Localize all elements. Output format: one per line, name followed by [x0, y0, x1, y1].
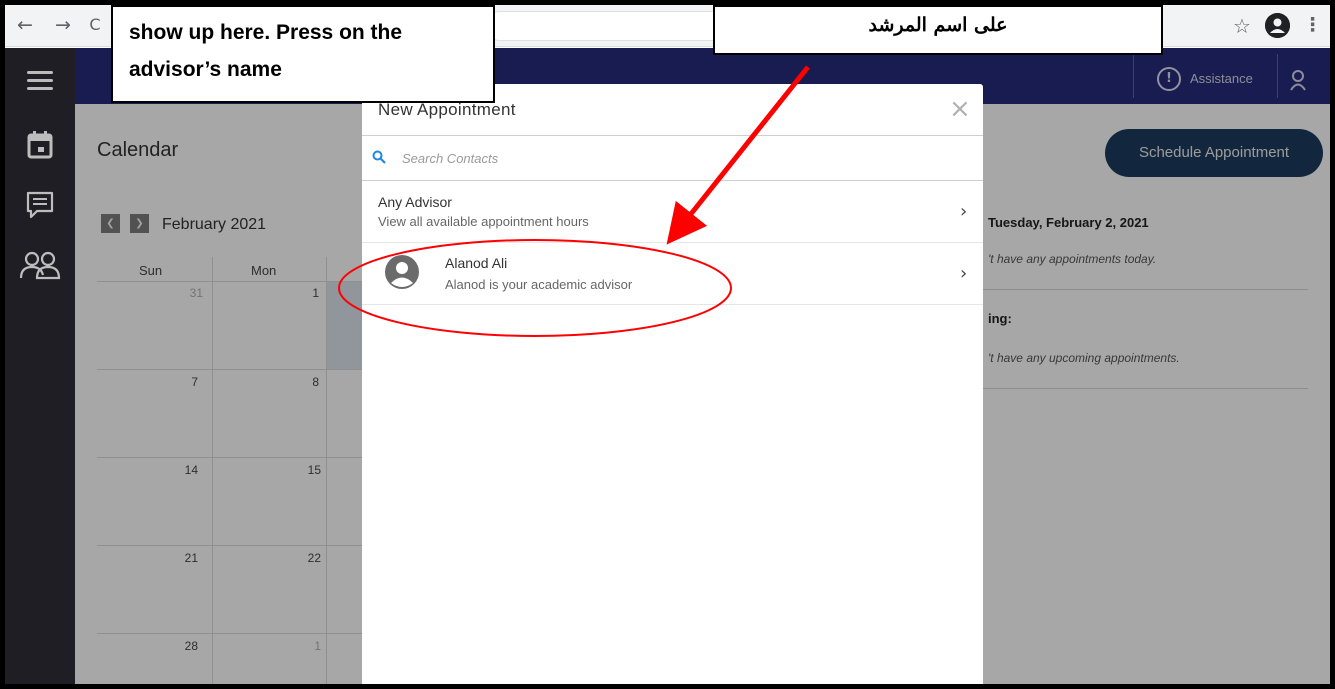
- list-item-any-advisor[interactable]: Any Advisor View all available appointme…: [362, 181, 983, 243]
- modal-title: New Appointment: [378, 100, 516, 119]
- chevron-right-icon: ›: [960, 201, 968, 222]
- list-item-title: Any Advisor: [378, 194, 452, 210]
- forward-icon[interactable]: →: [53, 14, 73, 36]
- messages-icon[interactable]: [23, 188, 57, 222]
- search-contacts-input[interactable]: [402, 145, 962, 171]
- annotation-text: advisor’s name: [129, 58, 282, 81]
- annotation-callout: show up here. Press on the advisor’s nam…: [111, 5, 495, 103]
- list-item-advisor[interactable]: Alanod Ali Alanod is your academic advis…: [362, 243, 983, 305]
- left-sidebar: [5, 48, 75, 684]
- bookmark-star-icon[interactable]: ☆: [1233, 14, 1251, 38]
- browser-menu-icon[interactable]: ⋮: [1303, 14, 1322, 36]
- reload-icon[interactable]: C: [85, 14, 105, 36]
- calendar-icon[interactable]: [23, 128, 57, 162]
- people-icon[interactable]: [17, 248, 63, 282]
- search-icon: [372, 150, 386, 164]
- close-icon[interactable]: ×: [949, 94, 971, 124]
- annotation-callout: على اسم المرشد: [713, 5, 1163, 55]
- hamburger-menu-icon[interactable]: [23, 64, 57, 98]
- search-bar: [362, 135, 983, 181]
- annotation-text: على اسم المرشد: [868, 14, 1008, 36]
- screenshot-frame: ← → C ☆ ⋮ ! Assistance Calendar ❮ ❯ Febr…: [0, 0, 1335, 689]
- advisor-role: Alanod is your academic advisor: [445, 277, 633, 292]
- profile-icon[interactable]: [1265, 13, 1290, 38]
- list-item-subtitle: View all available appointment hours: [378, 214, 589, 229]
- annotation-text: show up here. Press on the: [129, 21, 403, 44]
- new-appointment-modal: New Appointment × Any Advisor View all a…: [362, 84, 983, 684]
- profile-avatar-icon: [1265, 13, 1290, 38]
- back-icon[interactable]: ←: [15, 14, 35, 36]
- chevron-right-icon: ›: [960, 263, 968, 284]
- advisor-name: Alanod Ali: [445, 255, 508, 271]
- avatar-icon: [385, 255, 419, 289]
